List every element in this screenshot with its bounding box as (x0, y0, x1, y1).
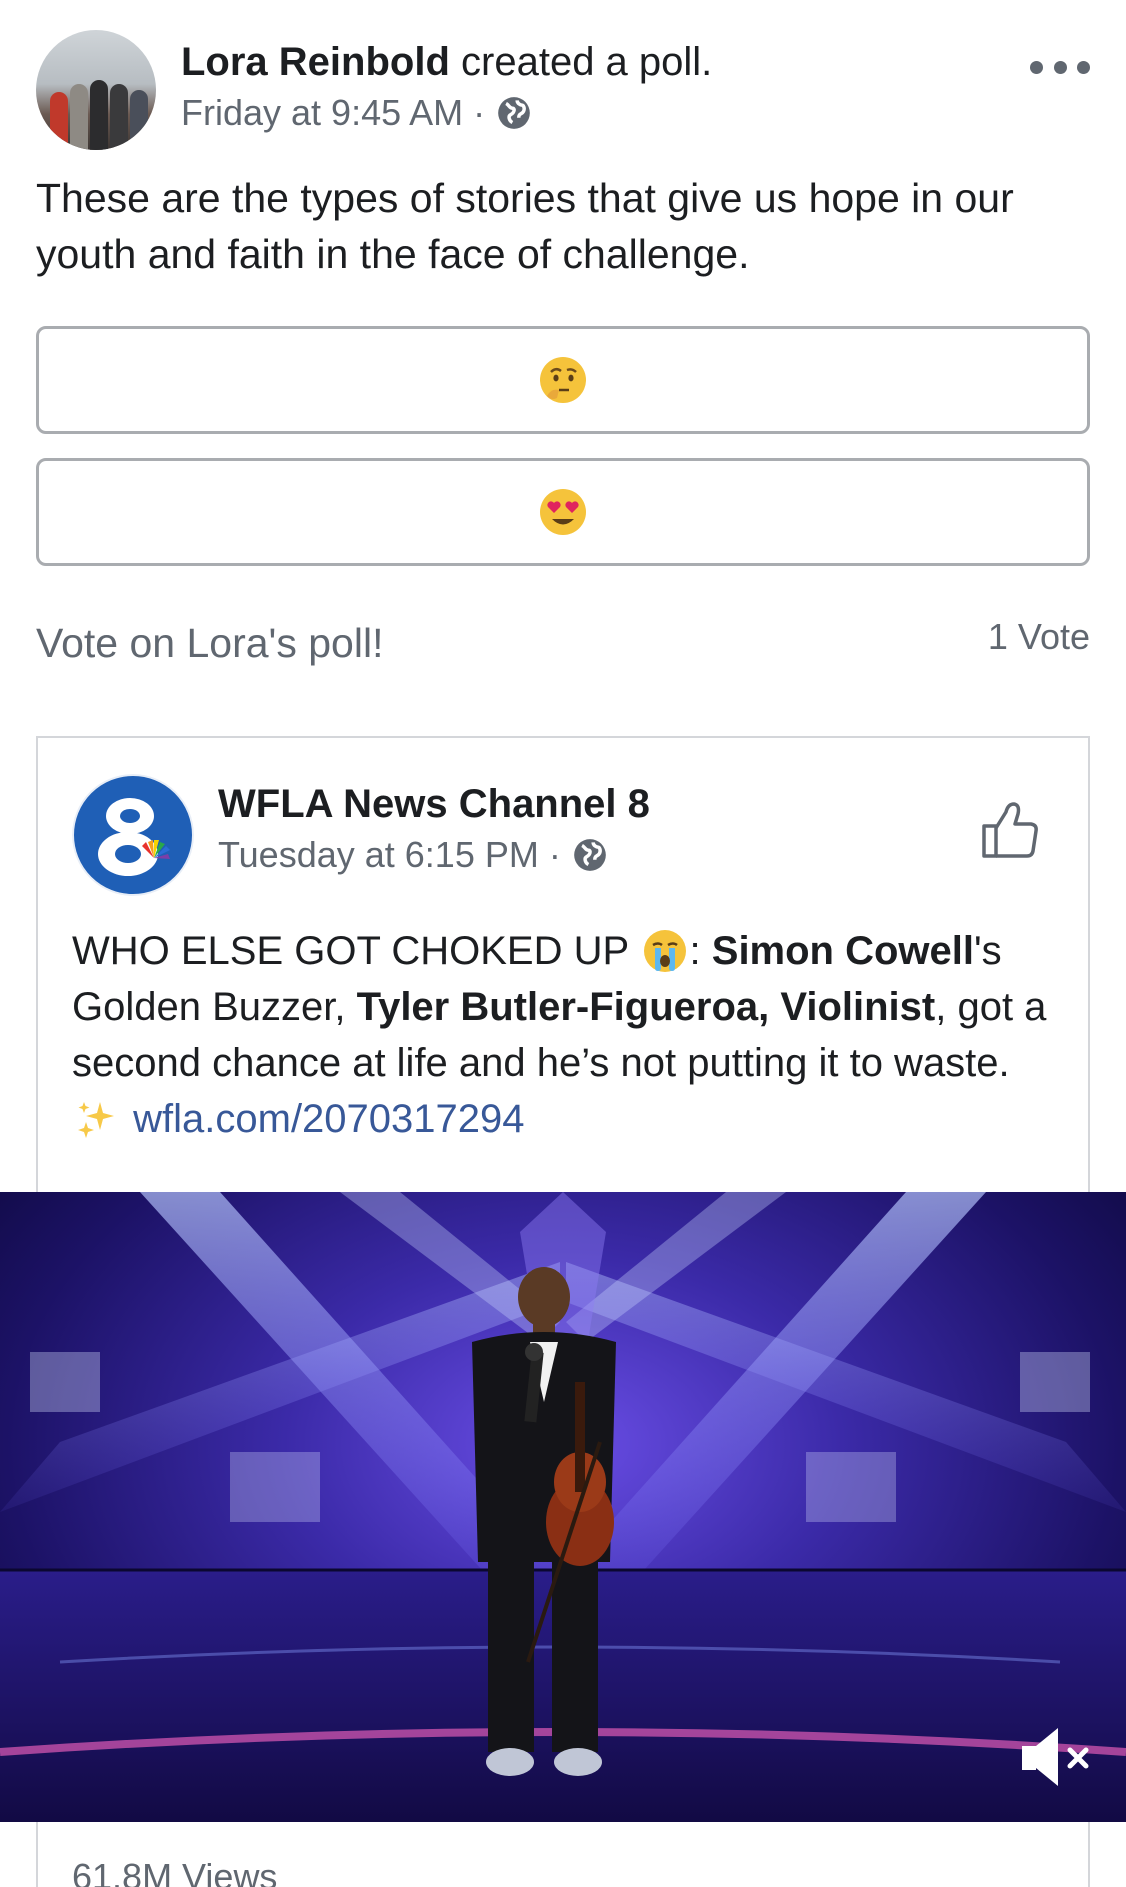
text-part-2: : (689, 929, 712, 973)
shared-post-meta: Tuesday at 6:15 PM · (218, 834, 609, 876)
author-avatar[interactable] (36, 30, 156, 150)
poll-footer: Vote on Lora's poll! 1 Vote (36, 614, 1090, 674)
post-text: These are the types of stories that give… (36, 175, 1014, 277)
text-bold-1: Simon Cowell (711, 929, 975, 973)
speaker-muted-icon[interactable] (1018, 1722, 1098, 1792)
post-timestamp[interactable]: Friday at 9:45 AM (181, 92, 463, 134)
text-bold-2: Tyler Butler-Figueroa, Violinist (356, 985, 936, 1029)
poll-option-thinking[interactable] (36, 326, 1090, 434)
vote-count[interactable]: 1 Vote (988, 616, 1090, 658)
poll-post-header: Lora Reinbold created a poll. Friday at … (36, 28, 1090, 154)
page-name[interactable]: WFLA News Channel 8 (218, 782, 650, 827)
post-meta: Friday at 9:45 AM · (181, 92, 533, 134)
video-frame (0, 1192, 1126, 1822)
text-part-1: WHO ELSE GOT CHOKED UP (72, 929, 629, 973)
thinking-face-emoji (540, 357, 586, 403)
meta-separator: · (473, 92, 486, 133)
post-action: created a poll. (461, 40, 713, 84)
vote-prompt-link[interactable]: Vote on Lora's poll! (36, 620, 383, 667)
like-icon[interactable] (980, 798, 1042, 860)
globe-icon (498, 97, 530, 129)
globe-icon (574, 839, 606, 871)
author-line: Lora Reinbold created a poll. (181, 40, 712, 85)
shared-post-timestamp[interactable]: Tuesday at 6:15 PM (218, 834, 539, 876)
wfla-logo-avatar[interactable] (72, 774, 194, 896)
author-name[interactable]: Lora Reinbold (181, 40, 450, 84)
poll-option-heart-eyes[interactable] (36, 458, 1090, 566)
shared-post-text: WHO ELSE GOT CHOKED UP : Simon Cowell's … (72, 923, 1062, 1147)
article-link[interactable]: wfla.com/2070317294 (133, 1097, 524, 1141)
heart-eyes-emoji (540, 489, 586, 535)
more-options-icon[interactable] (1030, 52, 1090, 82)
meta-separator: · (548, 834, 561, 875)
view-count: 61.8M Views (72, 1856, 278, 1887)
sparkles-emoji (78, 1102, 114, 1138)
crying-face-emoji (643, 930, 686, 972)
views-bar: 61.8M Views (36, 1822, 1090, 1887)
video-player[interactable] (0, 1192, 1126, 1822)
